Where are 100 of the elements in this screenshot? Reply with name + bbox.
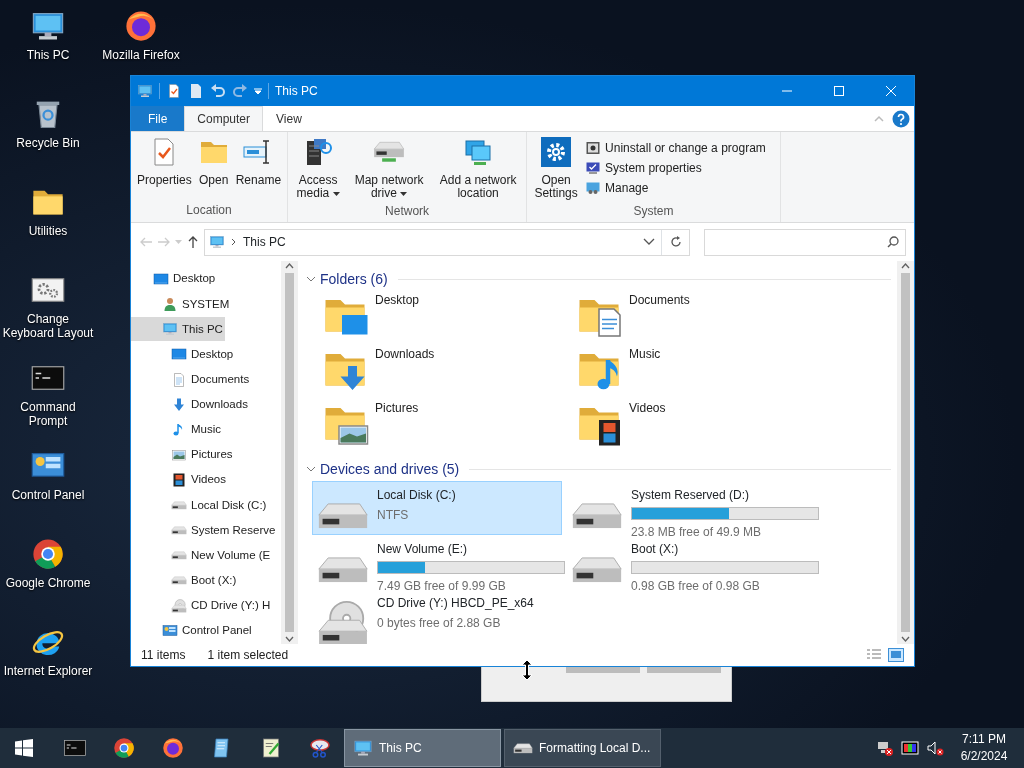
ribbon-tab[interactable]: File	[131, 106, 185, 131]
folder-item[interactable]: Videos	[575, 399, 829, 453]
desktop-shortcut[interactable]: This PC	[0, 6, 96, 65]
scroll-thumb[interactable]	[285, 273, 294, 632]
nav-item[interactable]: Videos	[131, 468, 228, 492]
nav-item[interactable]: Local Disk (C:)	[131, 493, 269, 518]
nav-item[interactable]: Music	[131, 417, 224, 442]
volume-muted-icon[interactable]	[926, 739, 944, 757]
chevron-down-icon[interactable]	[643, 238, 655, 246]
taskbar-button[interactable]: Formatting Local D...	[504, 729, 661, 767]
drive-icon	[171, 576, 187, 585]
drive-icon	[317, 502, 369, 530]
scroll-thumb[interactable]	[901, 273, 910, 632]
drive-icon	[171, 525, 187, 535]
scrollbar[interactable]	[281, 261, 298, 644]
browser-icon	[30, 536, 66, 572]
breadcrumb-link[interactable]: This PC	[243, 233, 637, 251]
desktop-shortcut[interactable]: Internet Explorer	[0, 622, 96, 681]
desktop-shortcut[interactable]: Google Chrome	[0, 534, 96, 593]
ribbon-tab[interactable]: Computer	[184, 106, 264, 131]
nav-item[interactable]: Documents	[131, 367, 252, 392]
desktop-shortcut[interactable]: Recycle Bin	[0, 94, 96, 153]
user-icon	[162, 296, 178, 313]
dropdown-icon[interactable]	[254, 87, 262, 95]
ribbon-button[interactable]: System properties	[583, 158, 768, 178]
folder-item[interactable]: Documents	[575, 291, 829, 345]
divider-icon	[268, 83, 269, 99]
desktop-shortcut[interactable]: Utilities	[0, 182, 96, 241]
drive-item[interactable]: Local Disk (C:) NTFS	[312, 481, 562, 535]
ribbon-button[interactable]: Open	[195, 134, 232, 201]
desktop-shortcut[interactable]: Mozilla Firefox	[96, 6, 186, 65]
desktop-icon	[153, 271, 169, 287]
nav-item[interactable]: Desktop	[131, 342, 236, 367]
scroll-up-icon[interactable]	[285, 263, 294, 269]
drive-icon	[571, 556, 623, 584]
desktop-shortcut[interactable]: Change Keyboard Layout	[0, 270, 96, 343]
display-icon[interactable]	[901, 739, 919, 757]
nav-item[interactable]: New Volume (E	[131, 543, 273, 568]
ribbon-button[interactable]: Access media	[292, 134, 345, 203]
desktop-shortcut[interactable]: Command Prompt	[0, 358, 96, 431]
nav-item[interactable]: SYSTEM	[131, 292, 232, 317]
network-error-icon[interactable]	[876, 739, 894, 757]
ribbon-button[interactable]: Uninstall or change a program	[583, 138, 768, 158]
computer-icon	[162, 321, 178, 338]
search-field[interactable]	[704, 228, 906, 256]
new-folder-icon[interactable]	[188, 83, 204, 99]
nav-item[interactable]: Downloads	[131, 392, 250, 417]
group-heading[interactable]: Folders (6)	[320, 268, 388, 290]
ribbon-button[interactable]: Manage	[583, 178, 768, 198]
nav-item[interactable]: System Reserve	[131, 518, 278, 543]
help-icon[interactable]	[892, 109, 910, 128]
nav-item[interactable]: Pictures	[131, 442, 235, 467]
item-count: 11 items	[141, 647, 186, 664]
scissors-icon[interactable]	[307, 736, 332, 760]
ribbon-button[interactable]: Map network drive	[346, 134, 433, 203]
ribbon-button[interactable]: Add a network location	[434, 134, 523, 203]
selection-count: 1 item selected	[207, 647, 290, 664]
disc-drive-icon	[171, 598, 187, 613]
folder-item[interactable]: Desktop	[321, 291, 575, 345]
scroll-down-icon[interactable]	[285, 636, 294, 642]
drive-icon	[317, 556, 369, 584]
address-bar[interactable]: This PC	[204, 228, 690, 256]
document-icon	[171, 371, 187, 388]
window-title: This PC	[275, 83, 319, 100]
ribbon-tab[interactable]: View	[263, 106, 315, 131]
nav-item[interactable]: CD Drive (Y:) H	[131, 593, 273, 618]
folder-item[interactable]: Pictures	[321, 399, 575, 453]
system-properties-icon	[585, 160, 602, 176]
nav-item[interactable]: Desktop	[131, 267, 218, 291]
group-heading[interactable]: Devices and drives (5)	[320, 458, 460, 480]
scrollbar[interactable]	[897, 261, 914, 644]
group-label: Network	[384, 203, 431, 221]
drive-name: System Reserved (D:)	[631, 487, 751, 504]
ribbon-button[interactable]: Properties	[135, 134, 194, 201]
drive-name: Boot (X:)	[631, 541, 680, 558]
nav-item[interactable]: Boot (X:)	[131, 568, 239, 593]
browser-icon[interactable]	[111, 736, 136, 760]
chevron-down-icon[interactable]	[306, 464, 316, 474]
computer-icon	[137, 83, 153, 99]
scroll-down-icon[interactable]	[901, 636, 910, 642]
undo-icon[interactable]	[210, 83, 226, 99]
scroll-up-icon[interactable]	[901, 263, 910, 269]
browser-icon[interactable]	[160, 736, 185, 760]
nav-item[interactable]: This PC	[131, 317, 225, 342]
group-label: System	[632, 203, 675, 221]
desktop-shortcut[interactable]: Control Panel	[0, 446, 96, 505]
drive-name: CD Drive (Y:) HBCD_PE_x64	[377, 595, 534, 612]
clock-time[interactable]: 7:11 PM	[944, 731, 1024, 748]
folder-item[interactable]: Music	[575, 345, 829, 399]
folder-item[interactable]: Downloads	[321, 345, 575, 399]
nav-item[interactable]: Control Panel	[131, 618, 254, 643]
clock-date[interactable]: 6/2/2024	[944, 748, 1024, 765]
up-arrow-icon[interactable]	[186, 235, 200, 249]
chevron-down-icon[interactable]	[306, 274, 316, 284]
ribbon-button[interactable]: Open Settings	[531, 134, 582, 203]
drive-name: Local Disk (C:)	[377, 487, 456, 504]
ribbon-button[interactable]: Rename	[233, 134, 284, 201]
large-icons-view-icon[interactable]	[888, 648, 904, 662]
properties-icon[interactable]	[166, 83, 182, 99]
taskbar-button[interactable]: This PC	[344, 729, 501, 767]
